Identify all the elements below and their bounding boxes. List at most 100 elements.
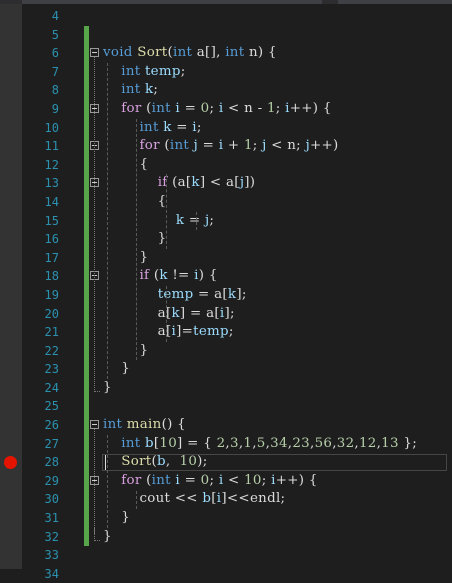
code-line[interactable]: 9 for (int i = 0; i < n - 1; i++) { xyxy=(22,100,452,119)
code-text: int k; xyxy=(103,81,158,100)
line-number: 30 xyxy=(44,492,59,507)
code-text: } xyxy=(103,249,148,268)
keyword-token: int xyxy=(103,417,123,433)
code-text: a[], xyxy=(192,45,226,61)
code-line[interactable]: 7 int temp; xyxy=(22,63,452,82)
code-line[interactable]: 24} xyxy=(22,379,452,398)
line-number: 15 xyxy=(44,213,59,228)
breakpoint-icon[interactable] xyxy=(4,455,17,469)
code-text: } xyxy=(103,249,149,265)
number-token: 5 xyxy=(256,435,266,451)
indent-guide xyxy=(196,211,198,231)
code-text: ; xyxy=(209,100,219,116)
code-text: ; xyxy=(261,472,272,488)
line-number: 27 xyxy=(44,436,59,451)
identifier-token: b xyxy=(145,435,154,451)
control-keyword-token: for xyxy=(139,138,160,154)
function-name-token: Sort xyxy=(137,45,168,61)
code-editor[interactable]: 4 5 6 void Sort(int a[], int n) {7 int temp… xyxy=(22,4,452,581)
line-number: 31 xyxy=(44,511,59,526)
code-line[interactable]: 16 } xyxy=(22,230,452,249)
code-text: ; xyxy=(252,138,263,154)
code-text: { xyxy=(103,193,167,212)
keyword-token: int xyxy=(139,119,159,135)
code-line[interactable]: 23 } xyxy=(22,360,452,379)
code-line[interactable]: 30 cout << b[i]<<endl; xyxy=(22,490,452,509)
code-line[interactable]: 5 xyxy=(22,26,452,45)
function-name-token: Sort xyxy=(121,454,152,470)
code-line[interactable]: 34 xyxy=(22,565,452,583)
code-text: ( xyxy=(159,138,170,154)
line-number: 18 xyxy=(44,269,59,284)
code-line[interactable]: 17 } xyxy=(22,249,452,268)
line-number: 13 xyxy=(44,176,59,191)
code-text: int b[10] = { 2,3,1,5,34,23,56,32,12,13 … xyxy=(103,435,417,454)
fold-outline xyxy=(94,429,96,535)
code-text: a[k] = a[i]; xyxy=(103,305,235,324)
code-text: int main() { xyxy=(103,416,186,435)
code-text: != xyxy=(167,268,195,284)
line-number: 34 xyxy=(44,566,59,581)
code-text: ); xyxy=(197,454,208,470)
code-text: if (k != i) { xyxy=(103,267,218,286)
line-number: 14 xyxy=(44,194,59,209)
code-text: } xyxy=(103,379,112,395)
line-number: 32 xyxy=(44,529,59,544)
code-line[interactable]: 25 xyxy=(22,397,452,416)
line-number: 9 xyxy=(51,101,59,116)
indent-guide xyxy=(136,118,138,361)
identifier-token: b xyxy=(156,454,166,470)
code-text: int k = i; xyxy=(103,119,202,138)
code-text: ] = a[ xyxy=(179,305,220,321)
code-text: = xyxy=(198,138,219,154)
line-number: 29 xyxy=(44,473,59,488)
code-line[interactable]: 33 xyxy=(22,546,452,565)
code-line[interactable]: 6 void Sort(int a[], int n) { xyxy=(22,44,452,63)
code-line[interactable]: 18 if (k != i) { xyxy=(22,267,452,286)
code-line[interactable]: 15 k = j; xyxy=(22,212,452,231)
code-line[interactable]: 12 { xyxy=(22,156,452,175)
code-text: { xyxy=(103,156,148,175)
indent-guide xyxy=(166,174,168,249)
code-line[interactable]: 21 a[i]=temp; xyxy=(22,323,452,342)
code-line[interactable]: 22 } xyxy=(22,342,452,361)
code-text: void Sort(int a[], int n) { xyxy=(103,44,277,63)
code-line[interactable]: 19 temp = a[k]; xyxy=(22,286,452,305)
code-text: }; xyxy=(398,435,417,451)
code-text: { xyxy=(103,156,149,172)
code-line[interactable]: 10 int k = i; xyxy=(22,119,452,138)
collapse-icon[interactable] xyxy=(90,420,99,430)
keyword-token: int xyxy=(121,63,141,79)
indent-guide xyxy=(136,490,138,510)
code-text: ; xyxy=(228,324,234,340)
line-number: 16 xyxy=(44,232,59,247)
code-line[interactable]: 29 for (int i = 0; i < 10; i++) { xyxy=(22,472,452,491)
code-line[interactable]: 14 { xyxy=(22,193,452,212)
number-token: 10 xyxy=(159,435,178,451)
breakpoint-gutter[interactable] xyxy=(0,4,22,569)
code-line[interactable]: 32} xyxy=(22,528,452,547)
code-text: ++) { xyxy=(275,472,318,488)
code-text: { xyxy=(103,193,167,209)
code-line[interactable]: 31 } xyxy=(22,509,452,528)
code-line[interactable]: 13 if (a[k] < a[j]) xyxy=(22,174,452,193)
code-line[interactable]: 28 Sort(b, 10); xyxy=(22,453,452,472)
identifier-token: temp xyxy=(193,324,229,340)
line-number: 11 xyxy=(44,139,59,154)
code-line[interactable]: 4 xyxy=(22,7,452,26)
code-line[interactable]: 11 for (int j = i + 1; j < n; j++) xyxy=(22,137,452,156)
code-text: } xyxy=(103,528,112,547)
code-line[interactable]: 27 int b[10] = { 2,3,1,5,34,23,56,32,12,… xyxy=(22,435,452,454)
collapse-icon[interactable] xyxy=(90,48,99,58)
code-line[interactable]: 20 a[k] = a[i]; xyxy=(22,305,452,324)
code-text: ] < a[ xyxy=(199,175,240,191)
code-text: if (a[k] < a[j]) xyxy=(103,174,255,193)
code-line[interactable]: 8 int k; xyxy=(22,81,452,100)
code-line[interactable]: 26 int main() { xyxy=(22,416,452,435)
code-text: cout << b[i]<<endl; xyxy=(103,490,285,509)
code-text: < n; xyxy=(266,138,306,154)
